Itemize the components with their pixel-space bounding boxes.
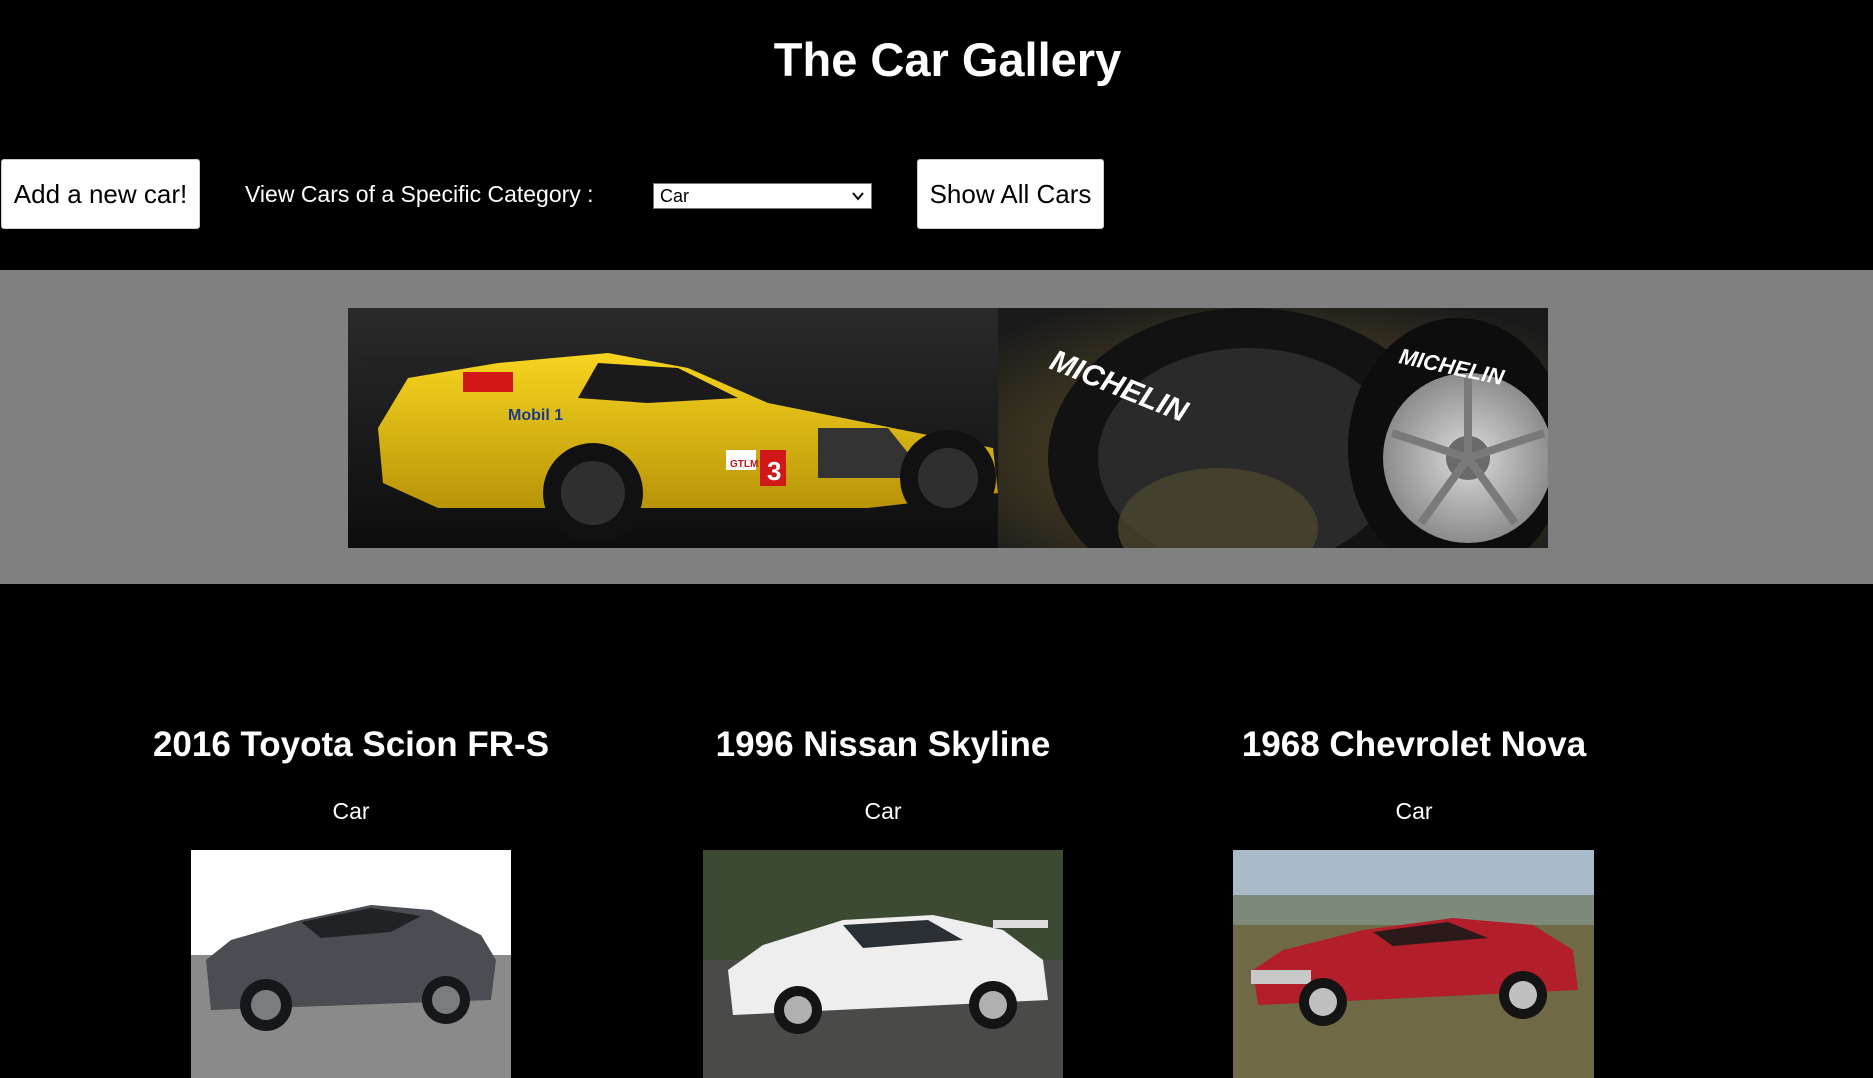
car-image[interactable]: [1233, 850, 1594, 1078]
page-title: The Car Gallery: [773, 33, 1122, 86]
car-number-text: 3: [767, 456, 781, 486]
toolbar: Add a new car! View Cars of a Specific C…: [0, 159, 1200, 229]
car-image[interactable]: [703, 850, 1063, 1078]
class-badge-text: GTLM: [730, 459, 758, 470]
chevron-down-icon: [851, 189, 865, 203]
car-gallery: 2016 Toyota Scion FR-S Car 1996 Nissan S…: [0, 720, 1873, 1078]
add-car-button[interactable]: Add a new car!: [1, 159, 200, 229]
car-category: Car: [1395, 798, 1433, 824]
sponsor-text: Mobil 1: [508, 407, 563, 424]
car-image[interactable]: [191, 850, 511, 1078]
car-category: Car: [864, 798, 902, 824]
banner-image: Mobil 1 GTLM 3 MICHELIN MICHELIN: [348, 308, 1548, 548]
show-all-cars-button[interactable]: Show All Cars: [917, 159, 1104, 229]
banner-strip: Mobil 1 GTLM 3 MICHELIN MICHELIN: [0, 270, 1873, 584]
page: The Car Gallery Add a new car! View Cars…: [0, 0, 1873, 1078]
car-title: 1996 Nissan Skyline: [715, 725, 1051, 764]
category-filter-label: View Cars of a Specific Category :: [245, 181, 594, 207]
car-title: 1968 Chevrolet Nova: [1241, 725, 1587, 764]
tires-graphic: MICHELIN MICHELIN: [1045, 308, 1548, 548]
car-title: 2016 Toyota Scion FR-S: [152, 725, 550, 764]
car-category: Car: [332, 798, 370, 824]
category-select-value: Car: [660, 186, 690, 206]
category-select[interactable]: Car: [653, 183, 872, 209]
